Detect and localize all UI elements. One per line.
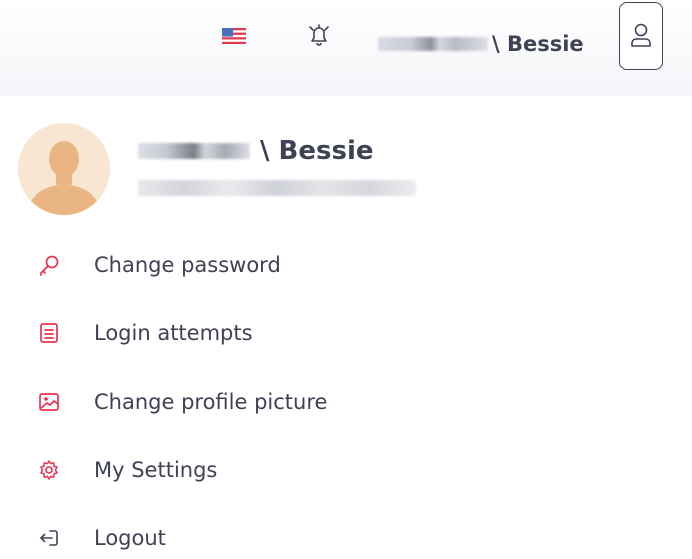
menu-item-my-settings[interactable]: My Settings <box>38 450 217 490</box>
key-icon <box>38 254 60 276</box>
bell-icon <box>309 24 329 46</box>
top-navbar: \ Bessie <box>0 0 692 96</box>
menu-item-login-attempts[interactable]: Login attempts <box>38 313 253 353</box>
menu-item-label: Change password <box>94 253 281 277</box>
notifications-button[interactable] <box>304 20 334 50</box>
user-menu-button[interactable] <box>619 2 663 70</box>
redacted-email <box>138 180 416 196</box>
menu-item-label: Logout <box>94 526 166 550</box>
us-flag-icon <box>222 28 246 44</box>
redacted-tenant-name <box>378 37 488 51</box>
menu-item-label: Change profile picture <box>94 390 328 414</box>
language-flag-button[interactable] <box>222 28 246 44</box>
gear-icon <box>38 459 60 481</box>
top-user-label: \ Bessie <box>492 32 584 56</box>
image-icon <box>38 391 60 413</box>
logout-icon <box>38 527 60 549</box>
menu-item-label: My Settings <box>94 458 218 482</box>
menu-item-change-password[interactable]: Change password <box>38 245 281 285</box>
top-user-name[interactable]: \ Bessie <box>378 30 584 58</box>
list-icon <box>38 322 60 344</box>
redacted-profile-tenant <box>138 143 250 159</box>
profile-name: \ Bessie <box>138 136 374 166</box>
user-icon <box>631 23 651 47</box>
dropdown-arrow <box>533 166 593 192</box>
profile-avatar <box>18 123 110 215</box>
default-avatar-icon <box>18 123 110 215</box>
profile-name-label: \ Bessie <box>260 136 374 166</box>
menu-item-change-profile-picture[interactable]: Change profile picture <box>38 382 327 422</box>
menu-item-label: Login attempts <box>94 321 253 345</box>
menu-item-logout[interactable]: Logout <box>38 518 166 558</box>
